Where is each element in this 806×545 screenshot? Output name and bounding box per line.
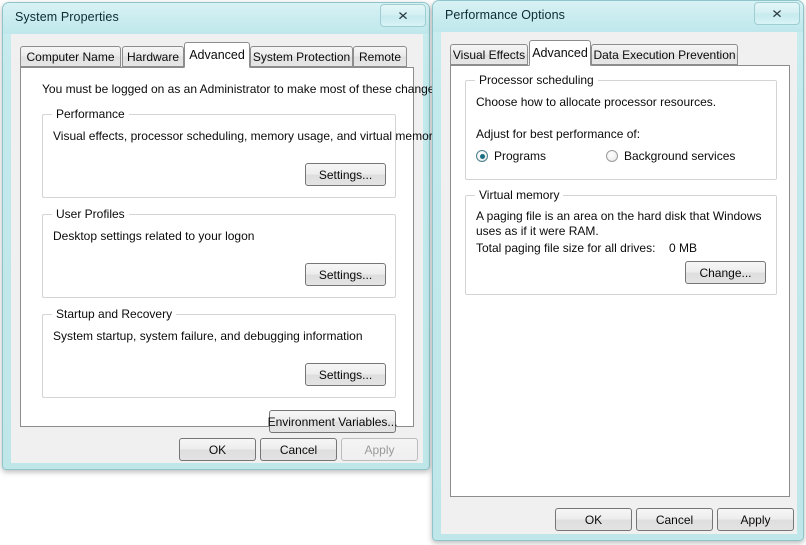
tab-label: Hardware: [126, 49, 180, 64]
performance-options-tabstrip: Visual Effects Advanced Data Execution P…: [450, 40, 790, 66]
radio-background-services-label: Background services: [624, 149, 736, 163]
system-properties-ok-button[interactable]: OK: [179, 438, 256, 461]
performance-options-apply-button[interactable]: Apply: [717, 508, 794, 531]
close-icon[interactable]: ✕: [380, 4, 426, 27]
button-label: Cancel: [655, 512, 694, 527]
system-properties-tabstrip: Computer Name Hardware Advanced System P…: [20, 42, 414, 68]
tab-label: Remote: [358, 49, 402, 64]
system-properties-title: System Properties: [15, 10, 119, 24]
performance-group: Performance Visual effects, processor sc…: [42, 107, 439, 198]
system-properties-client: Computer Name Hardware Advanced System P…: [11, 34, 444, 463]
button-label: Cancel: [279, 442, 318, 457]
button-label: Settings...: [318, 167, 373, 182]
performance-settings-button[interactable]: Settings...: [305, 163, 386, 186]
advanced-tab-panel: Processor scheduling Choose how to alloc…: [450, 65, 790, 497]
button-label: Apply: [364, 442, 395, 457]
button-label: Change...: [699, 265, 752, 280]
tab-system-protection[interactable]: System Protection: [250, 46, 353, 67]
system-properties-window: System Properties ✕ Computer Name Hardwa…: [2, 2, 444, 470]
radio-programs[interactable]: Programs: [476, 149, 546, 163]
startup-recovery-settings-button[interactable]: Settings...: [305, 363, 386, 386]
button-label: Settings...: [318, 367, 373, 382]
radio-background-services-indicator[interactable]: [606, 150, 618, 162]
user-profiles-group-title: User Profiles: [52, 207, 129, 221]
tab-label: Data Execution Prevention: [593, 47, 736, 62]
virtual-memory-change-button[interactable]: Change...: [685, 261, 766, 284]
virtual-memory-group: Virtual memory A paging file is an area …: [465, 188, 777, 295]
tab-data-execution-prevention[interactable]: Data Execution Prevention: [591, 44, 738, 65]
close-glyph: ✕: [771, 6, 783, 21]
tab-hardware[interactable]: Hardware: [122, 46, 184, 67]
performance-options-ok-button[interactable]: OK: [555, 508, 632, 531]
startup-recovery-group-title: Startup and Recovery: [52, 307, 177, 321]
button-label: Environment Variables...: [267, 414, 398, 429]
radio-background-services[interactable]: Background services: [606, 149, 735, 163]
tab-label: Computer Name: [26, 49, 115, 64]
admin-notice: You must be logged on as an Administrato…: [42, 82, 444, 96]
performance-options-client: Visual Effects Advanced Data Execution P…: [441, 32, 797, 534]
radio-programs-label: Programs: [494, 149, 547, 163]
system-properties-titlebar[interactable]: System Properties ✕: [3, 3, 429, 34]
tab-remote[interactable]: Remote: [353, 46, 407, 67]
virtual-memory-total-value: 0 MB: [669, 241, 698, 255]
button-label: OK: [584, 512, 603, 527]
tab-label: Visual Effects: [452, 47, 526, 62]
user-profiles-settings-button[interactable]: Settings...: [305, 263, 386, 286]
tab-visual-effects[interactable]: Visual Effects: [450, 44, 528, 65]
tab-advanced[interactable]: Advanced: [529, 40, 591, 66]
system-properties-cancel-button[interactable]: Cancel: [260, 438, 337, 461]
processor-scheduling-group: Processor scheduling Choose how to alloc…: [465, 73, 777, 180]
tab-computer-name[interactable]: Computer Name: [20, 46, 121, 67]
performance-options-window: Performance Options ✕ Visual Effects Adv…: [432, 0, 804, 541]
processor-scheduling-group-title: Processor scheduling: [475, 73, 598, 87]
user-profiles-group: User Profiles Desktop settings related t…: [42, 207, 396, 298]
user-profiles-description: Desktop settings related to your logon: [53, 229, 255, 243]
tab-label: System Protection: [252, 49, 351, 64]
performance-options-titlebar[interactable]: Performance Options ✕: [433, 1, 803, 32]
performance-group-title: Performance: [52, 107, 129, 121]
button-label: Apply: [740, 512, 771, 527]
advanced-tab-panel: You must be logged on as an Administrato…: [20, 67, 444, 433]
desktop-background: System Properties ✕ Computer Name Hardwa…: [0, 0, 806, 545]
button-label: OK: [208, 442, 227, 457]
tab-label: Advanced: [532, 46, 588, 60]
tab-advanced[interactable]: Advanced: [184, 42, 250, 68]
system-properties-apply-button[interactable]: Apply: [341, 438, 418, 461]
tab-label: Advanced: [189, 48, 245, 62]
close-glyph: ✕: [397, 8, 409, 23]
processor-scheduling-description: Choose how to allocate processor resourc…: [476, 95, 717, 109]
performance-description: Visual effects, processor scheduling, me…: [53, 129, 439, 143]
processor-scheduling-prompt: Adjust for best performance of:: [476, 127, 641, 141]
environment-variables-button[interactable]: Environment Variables...: [267, 410, 398, 433]
close-icon[interactable]: ✕: [754, 2, 800, 25]
performance-options-cancel-button[interactable]: Cancel: [636, 508, 713, 531]
startup-recovery-group: Startup and Recovery System startup, sys…: [42, 307, 396, 398]
virtual-memory-description: A paging file is an area on the hard dis…: [476, 209, 762, 238]
startup-recovery-description: System startup, system failure, and debu…: [53, 329, 363, 343]
button-label: Settings...: [318, 267, 373, 282]
radio-programs-indicator[interactable]: [476, 150, 488, 162]
performance-options-title: Performance Options: [445, 8, 566, 22]
virtual-memory-group-title: Virtual memory: [475, 188, 564, 202]
virtual-memory-total-label: Total paging file size for all drives:: [476, 241, 656, 255]
